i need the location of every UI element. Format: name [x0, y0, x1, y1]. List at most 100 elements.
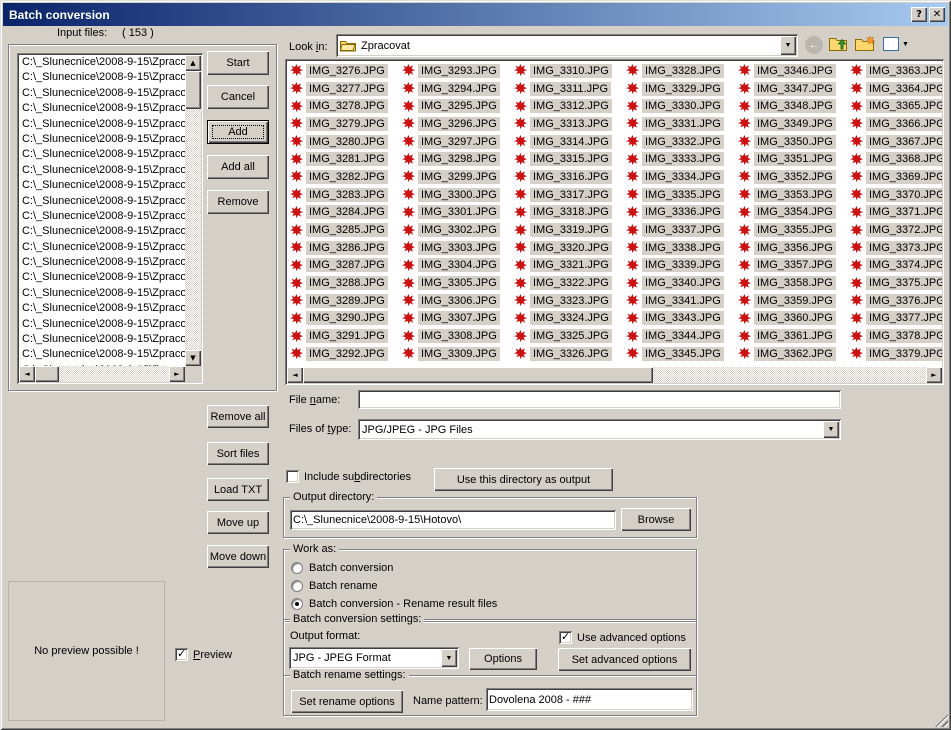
- name-pattern-input[interactable]: [486, 688, 693, 711]
- hscroll-thumb[interactable]: [35, 366, 59, 382]
- input-file-row[interactable]: C:\_Slunecnice\2008-9-15\Zpraco: [19, 301, 185, 316]
- file-list-hscrollbar[interactable]: ◄ ►: [287, 367, 942, 383]
- file-item[interactable]: IMG_3330.JPG: [626, 97, 738, 115]
- file-item[interactable]: IMG_3282.JPG: [290, 168, 402, 186]
- input-file-row[interactable]: C:\_Slunecnice\2008-9-15\Zpraco: [19, 224, 185, 239]
- scroll-right-icon[interactable]: ►: [926, 367, 942, 383]
- file-item[interactable]: IMG_3340.JPG: [626, 274, 738, 292]
- add-button[interactable]: Add: [207, 120, 269, 144]
- use-advanced-options-checkbox[interactable]: [559, 630, 572, 644]
- file-item[interactable]: IMG_3371.JPG: [850, 204, 942, 222]
- input-file-row[interactable]: C:\_Slunecnice\2008-9-15\Zpraco: [19, 240, 185, 255]
- hscroll-thumb[interactable]: [303, 367, 653, 383]
- file-item[interactable]: IMG_3346.JPG: [738, 62, 850, 80]
- include-subdirectories-checkbox[interactable]: [286, 470, 299, 483]
- start-button[interactable]: Start: [207, 51, 269, 75]
- file-item[interactable]: IMG_3333.JPG: [626, 150, 738, 168]
- preview-checkbox[interactable]: [175, 647, 188, 661]
- file-item[interactable]: IMG_3322.JPG: [514, 274, 626, 292]
- file-item[interactable]: IMG_3277.JPG: [290, 80, 402, 98]
- input-file-row[interactable]: C:\_Slunecnice\2008-9-15\Zpraco: [19, 255, 185, 270]
- input-file-row[interactable]: C:\_Slunecnice\2008-9-15\Zpraco: [19, 70, 185, 85]
- file-item[interactable]: IMG_3345.JPG: [626, 345, 738, 363]
- file-item[interactable]: IMG_3377.JPG: [850, 310, 942, 328]
- input-file-row[interactable]: C:\_Slunecnice\2008-9-15\Zpraco: [19, 209, 185, 224]
- file-item[interactable]: IMG_3301.JPG: [402, 204, 514, 222]
- input-file-row[interactable]: C:\_Slunecnice\2008-9-15\Zpraco: [19, 178, 185, 193]
- scroll-up-icon[interactable]: ▲: [185, 55, 201, 71]
- input-files-vscrollbar[interactable]: ▲ ▼: [185, 55, 201, 366]
- view-menu-dropdown-icon[interactable]: ▼: [902, 41, 909, 48]
- input-file-row[interactable]: C:\_Slunecnice\2008-9-15\Zpraco: [19, 317, 185, 332]
- file-item[interactable]: IMG_3360.JPG: [738, 310, 850, 328]
- file-item[interactable]: IMG_3312.JPG: [514, 97, 626, 115]
- file-item[interactable]: IMG_3356.JPG: [738, 239, 850, 257]
- resize-grip[interactable]: [935, 714, 948, 727]
- file-item[interactable]: IMG_3293.JPG: [402, 62, 514, 80]
- file-item[interactable]: IMG_3325.JPG: [514, 327, 626, 345]
- input-file-row[interactable]: C:\_Slunecnice\2008-9-15\Zpraco: [19, 117, 185, 132]
- input-file-row[interactable]: C:\_Slunecnice\2008-9-15\Zpraco: [19, 147, 185, 162]
- radio-batch-conversion[interactable]: [291, 562, 303, 574]
- input-file-row[interactable]: C:\_Slunecnice\2008-9-15\Zpraco: [19, 101, 185, 116]
- file-item[interactable]: IMG_3295.JPG: [402, 97, 514, 115]
- files-of-type-dropdown-icon[interactable]: ▼: [823, 421, 839, 438]
- file-browser-list[interactable]: IMG_3276.JPG IMG_3277.JPG IMG_3278.JPG IMG_…: [285, 59, 944, 385]
- file-item[interactable]: IMG_3366.JPG: [850, 115, 942, 133]
- file-item[interactable]: IMG_3313.JPG: [514, 115, 626, 133]
- file-item[interactable]: IMG_3353.JPG: [738, 186, 850, 204]
- file-item[interactable]: IMG_3281.JPG: [290, 150, 402, 168]
- file-item[interactable]: IMG_3348.JPG: [738, 97, 850, 115]
- file-item[interactable]: IMG_3357.JPG: [738, 257, 850, 275]
- remove-all-button[interactable]: Remove all: [207, 405, 269, 428]
- input-file-row[interactable]: C:\_Slunecnice\2008-9-15\Zpraco: [19, 332, 185, 347]
- file-item[interactable]: IMG_3316.JPG: [514, 168, 626, 186]
- input-file-row[interactable]: C:\_Slunecnice\2008-9-15\Zpraco: [19, 132, 185, 147]
- vscroll-thumb[interactable]: [185, 71, 201, 109]
- browse-button[interactable]: Browse: [621, 508, 691, 531]
- scroll-down-icon[interactable]: ▼: [185, 350, 201, 366]
- file-item[interactable]: IMG_3289.JPG: [290, 292, 402, 310]
- file-item[interactable]: IMG_3350.JPG: [738, 133, 850, 151]
- file-item[interactable]: IMG_3297.JPG: [402, 133, 514, 151]
- file-item[interactable]: IMG_3379.JPG: [850, 345, 942, 363]
- file-item[interactable]: IMG_3376.JPG: [850, 292, 942, 310]
- input-file-row[interactable]: C:\_Slunecnice\2008-9-15\Zpraco: [19, 163, 185, 178]
- create-new-folder-icon[interactable]: [855, 35, 876, 52]
- file-item[interactable]: IMG_3286.JPG: [290, 239, 402, 257]
- file-item[interactable]: IMG_3285.JPG: [290, 221, 402, 239]
- input-files-listbox[interactable]: C:\_Slunecnice\2008-9-15\Zpraco C:\_Slune…: [17, 53, 203, 384]
- file-item[interactable]: IMG_3291.JPG: [290, 327, 402, 345]
- file-item[interactable]: IMG_3363.JPG: [850, 62, 942, 80]
- file-name-input[interactable]: [358, 390, 841, 409]
- file-item[interactable]: IMG_3328.JPG: [626, 62, 738, 80]
- input-file-row[interactable]: C:\_Slunecnice\2008-9-15\Zpraco: [19, 286, 185, 301]
- output-directory-input[interactable]: [290, 510, 616, 530]
- file-item[interactable]: IMG_3336.JPG: [626, 204, 738, 222]
- input-file-row[interactable]: C:\_Slunecnice\2008-9-15\Zpraco: [19, 55, 185, 70]
- file-item[interactable]: IMG_3294.JPG: [402, 80, 514, 98]
- input-file-row[interactable]: C:\_Slunecnice\2008-9-15\Zpraco: [19, 86, 185, 101]
- file-item[interactable]: IMG_3321.JPG: [514, 257, 626, 275]
- file-item[interactable]: IMG_3308.JPG: [402, 327, 514, 345]
- file-item[interactable]: IMG_3364.JPG: [850, 80, 942, 98]
- file-item[interactable]: IMG_3362.JPG: [738, 345, 850, 363]
- radio-batch-conversion-rename[interactable]: [291, 598, 303, 610]
- close-button[interactable]: ✕: [929, 7, 945, 22]
- load-txt-button[interactable]: Load TXT: [207, 478, 269, 501]
- file-item[interactable]: IMG_3338.JPG: [626, 239, 738, 257]
- file-item[interactable]: IMG_3318.JPG: [514, 204, 626, 222]
- file-item[interactable]: IMG_3292.JPG: [290, 345, 402, 363]
- file-item[interactable]: IMG_3352.JPG: [738, 168, 850, 186]
- file-item[interactable]: IMG_3332.JPG: [626, 133, 738, 151]
- scroll-left-icon[interactable]: ◄: [287, 367, 303, 383]
- look-in-dropdown-icon[interactable]: ▼: [780, 36, 796, 55]
- add-all-button[interactable]: Add all: [207, 155, 269, 179]
- file-item[interactable]: IMG_3307.JPG: [402, 310, 514, 328]
- use-this-directory-button[interactable]: Use this directory as output: [434, 468, 613, 491]
- file-item[interactable]: IMG_3288.JPG: [290, 274, 402, 292]
- file-item[interactable]: IMG_3302.JPG: [402, 221, 514, 239]
- file-item[interactable]: IMG_3368.JPG: [850, 150, 942, 168]
- input-file-row[interactable]: C:\_Slunecnice\2008-9-15\Zpraco: [19, 270, 185, 285]
- cancel-button[interactable]: Cancel: [207, 85, 269, 109]
